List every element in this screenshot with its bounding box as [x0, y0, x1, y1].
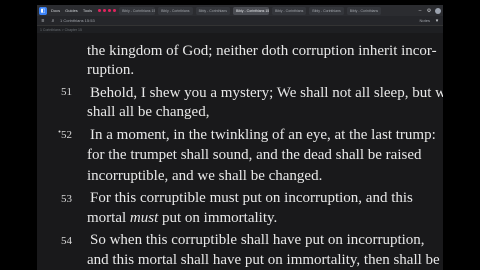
application-window: ◧ Docs Guides Tools Bibly - Corinthians …: [37, 5, 443, 270]
tab-5[interactable]: Bibly - Corinthians: [271, 6, 307, 15]
verse-52-line-2: for the trumpet shall sound, and the dea…: [87, 147, 422, 163]
verse-number-53: 53: [61, 193, 72, 205]
passage-line: ruption.: [87, 62, 135, 78]
address-field[interactable]: 1 Corinthians 15:53: [60, 18, 95, 23]
tab-7[interactable]: Bibly - Corinthians: [346, 6, 382, 15]
menu-tools[interactable]: Tools: [82, 8, 93, 13]
tab-active[interactable]: Bibly - Corinthians 15: [232, 6, 269, 15]
status-dot-icon: [103, 9, 107, 12]
menu-guides[interactable]: Guides: [64, 8, 79, 13]
verse-53-line-2: mortal must put on immortality.: [87, 210, 277, 226]
verse-51-line-1: Behold, I shew you a mystery; We shall n…: [90, 85, 443, 101]
document-viewer: the kingdom of God; neither doth corrupt…: [37, 33, 443, 270]
verse-53-italic-word: must: [129, 210, 159, 226]
verse-54-line-2: and this mortal shall have put on immort…: [87, 252, 440, 268]
verse-number-51: 51: [61, 86, 72, 98]
verse-number-52: 52: [61, 129, 72, 141]
chevron-down-icon[interactable]: ▾: [434, 18, 440, 24]
verse-53-text: mortal: [87, 210, 127, 226]
search-icon[interactable]: ⌕: [50, 18, 56, 24]
tab-3[interactable]: Bibly - Corinthians: [195, 6, 230, 15]
verse-53-line-1: For this corruptible must put on incorru…: [90, 190, 413, 206]
app-menu-icon[interactable]: ◧: [39, 6, 47, 15]
minimize-icon[interactable]: –: [417, 8, 423, 14]
verse-53-text-end: put on immortality.: [162, 210, 278, 226]
status-dot-icon: [108, 9, 112, 12]
breadcrumb-text[interactable]: 1 Corinthians > Chapter 15: [40, 28, 82, 32]
verse-52-line-1: In a moment, in the twinkling of an eye,…: [90, 127, 436, 143]
tab-2[interactable]: Bibly - Corinthians: [158, 6, 193, 15]
verse-54-line-1: So when this corruptible shall have put …: [90, 232, 425, 248]
status-dot-icon: [98, 9, 102, 12]
status-dots: [98, 9, 117, 12]
verse-51-line-2: shall all be changed,: [87, 104, 210, 120]
menu-docs[interactable]: Docs: [50, 8, 61, 13]
status-dot-icon: [113, 9, 117, 12]
tab-6[interactable]: Bibly - Corinthians: [309, 6, 344, 15]
verse-number-54: 54: [61, 235, 72, 247]
title-bar: ◧ Docs Guides Tools Bibly - Corinthians …: [37, 5, 443, 16]
notes-button[interactable]: Notes: [420, 18, 430, 23]
verse-52-line-3: incorruptible, and we shall be changed.: [87, 168, 323, 184]
menu-icon[interactable]: ≡: [40, 18, 46, 24]
toolbar: ≡ ⌕ 1 Corinthians 15:53 Notes ▾: [37, 16, 443, 26]
passage-line: the kingdom of God; neither doth corrupt…: [87, 43, 437, 59]
breadcrumb: 1 Corinthians > Chapter 15: [37, 26, 443, 33]
tab-1[interactable]: Bibly - Corinthians 15: [119, 6, 156, 15]
settings-icon[interactable]: ⚙: [426, 8, 432, 14]
avatar[interactable]: [435, 7, 441, 14]
